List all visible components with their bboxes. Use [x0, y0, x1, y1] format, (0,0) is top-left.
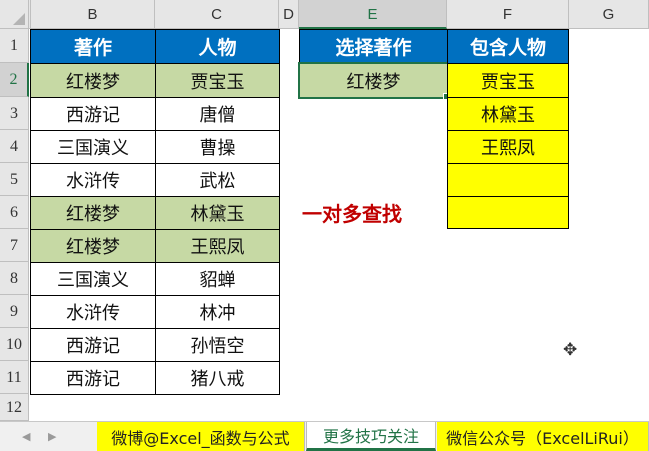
character-cell[interactable]: 曹操	[155, 130, 280, 164]
row-header-4[interactable]: 4	[0, 130, 29, 163]
column-header-c[interactable]: C	[155, 0, 279, 29]
row-header-6[interactable]: 6	[0, 196, 29, 229]
row-header-12[interactable]: 12	[0, 394, 29, 421]
row-header-9[interactable]: 9	[0, 295, 29, 328]
book-cell[interactable]: 水浒传	[30, 295, 156, 329]
character-cell[interactable]: 王熙凤	[155, 229, 280, 263]
sheet-tab-bar: ◀ ▶ 微博@Excel_函数与公式 更多技巧关注 微信公众号（ExcelLiR…	[0, 421, 649, 451]
result-cell[interactable]	[447, 196, 569, 229]
result-cell[interactable]: 贾宝玉	[447, 63, 569, 98]
character-cell[interactable]: 林黛玉	[155, 196, 280, 230]
book-cell[interactable]: 三国演义	[30, 262, 156, 296]
column-header-b[interactable]: B	[31, 0, 155, 29]
book-cell[interactable]: 红楼梦	[30, 229, 156, 263]
character-cell[interactable]: 武松	[155, 163, 280, 197]
character-cell[interactable]: 孙悟空	[155, 328, 280, 362]
spreadsheet-grid[interactable]: B C D E F G 1 2 3 4 5 6 7 8 9 10 11 12 著…	[0, 0, 649, 421]
select-all-corner[interactable]	[0, 0, 29, 29]
result-cell[interactable]: 林黛玉	[447, 97, 569, 131]
annotation-text: 一对多查找	[302, 202, 402, 226]
book-cell[interactable]: 西游记	[30, 328, 156, 362]
book-cell[interactable]: 红楼梦	[30, 196, 156, 230]
result-header-cell[interactable]: 包含人物	[447, 29, 569, 64]
book-cell[interactable]: 水浒传	[30, 163, 156, 197]
row-header-1[interactable]: 1	[0, 29, 29, 63]
book-cell[interactable]: 西游记	[30, 361, 156, 395]
scroll-tabs-right-icon[interactable]: ▶	[48, 430, 56, 443]
book-cell[interactable]: 红楼梦	[30, 63, 156, 98]
character-cell[interactable]: 唐僧	[155, 97, 280, 131]
book-cell[interactable]: 三国演义	[30, 130, 156, 164]
column-header-f[interactable]: F	[447, 0, 569, 29]
row-header-5[interactable]: 5	[0, 163, 29, 196]
column-header-e[interactable]: E	[299, 0, 447, 29]
header-book-cell[interactable]: 著作	[30, 29, 156, 64]
header-character-cell[interactable]: 人物	[155, 29, 280, 64]
lookup-header-cell[interactable]: 选择著作	[299, 29, 448, 64]
lookup-value-cell[interactable]: 红楼梦	[298, 62, 449, 99]
book-cell[interactable]: 西游记	[30, 97, 156, 131]
column-header-d[interactable]: D	[279, 0, 299, 29]
character-cell[interactable]: 贾宝玉	[155, 63, 280, 98]
cell-cursor-icon: ✥	[563, 340, 578, 360]
character-cell[interactable]: 貂蝉	[155, 262, 280, 296]
character-cell[interactable]: 林冲	[155, 295, 280, 329]
row-header-2[interactable]: 2	[0, 63, 29, 97]
row-header-8[interactable]: 8	[0, 262, 29, 295]
character-cell[interactable]: 猪八戒	[155, 361, 280, 395]
sheet-tab[interactable]: 微博@Excel_函数与公式	[97, 422, 305, 451]
row-header-7[interactable]: 7	[0, 229, 29, 262]
sheet-tab-active[interactable]: 更多技巧关注	[306, 422, 436, 451]
row-header-3[interactable]: 3	[0, 97, 29, 130]
sheet-tab[interactable]: 微信公众号（ExcelLiRui）	[437, 422, 649, 451]
result-cell[interactable]: 王熙凤	[447, 130, 569, 164]
row-header-11[interactable]: 11	[0, 361, 29, 394]
row-header-10[interactable]: 10	[0, 328, 29, 361]
result-cell[interactable]	[447, 163, 569, 197]
scroll-tabs-left-icon[interactable]: ◀	[22, 430, 30, 443]
column-header-g[interactable]: G	[569, 0, 649, 29]
